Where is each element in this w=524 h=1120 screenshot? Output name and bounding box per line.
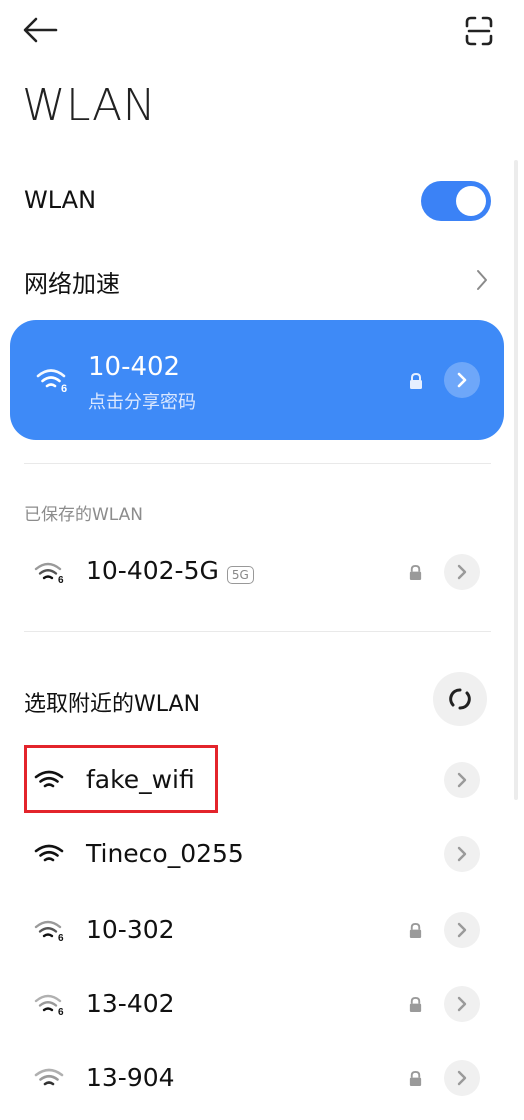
nearby-network-detail-button[interactable] [444,762,480,798]
chevron-right-icon [457,922,467,938]
wlan-toggle-label: WLAN [24,186,97,214]
nearby-wlan-section-label: 选取附近的WLAN [24,692,201,717]
nearby-network-name: Tineco_0255 [86,839,244,868]
lock-icon [409,564,422,580]
divider [24,463,491,464]
nearby-network-item[interactable]: 13-904 [0,1046,510,1110]
nearby-network-name: 13-402 [86,989,175,1018]
wifi-6-icon: 6 [34,920,64,942]
network-acceleration-row[interactable]: 网络加速 [0,250,510,310]
connected-network-detail-button[interactable] [444,362,480,398]
svg-text:6: 6 [61,383,67,394]
arrow-left-icon [23,17,58,43]
highlight-box [24,745,218,813]
band-5g-badge: 5G [226,565,254,584]
scan-button[interactable] [458,12,500,50]
svg-text:6: 6 [58,1007,64,1016]
saved-network-detail-button[interactable] [444,554,480,590]
refresh-icon [449,688,471,710]
nearby-network-detail-button[interactable] [444,986,480,1022]
nearby-network-item[interactable]: Tineco_0255 [0,822,510,886]
wifi-icon [34,844,64,862]
chevron-right-icon [457,772,467,788]
saved-wlan-section-label: 已保存的WLAN [24,505,144,525]
lock-icon [409,922,422,938]
chevron-right-icon [457,1070,467,1086]
connected-network-name: 10-402 [88,352,181,382]
lock-icon [409,1070,422,1086]
chevron-right-icon [457,372,467,388]
nearby-network-item[interactable]: 6 13-402 [0,972,510,1036]
network-acceleration-label: 网络加速 [24,270,120,298]
wifi-icon [34,1068,64,1086]
chevron-right-icon [457,846,467,862]
chevron-right-icon [477,270,487,290]
wifi-6-icon: 6 [34,562,64,584]
wifi-6-icon: 6 [34,994,64,1016]
toggle-knob [456,186,486,216]
saved-network-item[interactable]: 6 10-402-5G 5G [0,540,510,604]
svg-text:6: 6 [58,575,64,584]
chevron-right-icon [457,996,467,1012]
nearby-network-detail-button[interactable] [444,836,480,872]
refresh-button[interactable] [433,672,487,726]
page-title: WLAN [22,80,157,131]
divider [24,631,491,632]
nearby-network-name: 10-302 [86,915,175,944]
nearby-network-detail-button[interactable] [444,1060,480,1096]
share-password-hint: 点击分享密码 [88,392,196,413]
nearby-network-name: 13-904 [86,1063,175,1092]
lock-icon [409,996,422,1012]
nearby-network-detail-button[interactable] [444,912,480,948]
scrollbar[interactable] [514,160,518,800]
svg-text:6: 6 [58,933,64,942]
wifi-6-icon: 6 [36,369,67,394]
saved-network-label: 10-402-5G 5G [86,556,254,585]
back-button[interactable] [18,12,62,48]
lock-icon [410,372,422,389]
connected-network-card[interactable]: 6 10-402 点击分享密码 [10,320,504,440]
saved-network-name: 10-402-5G [86,556,219,585]
wlan-toggle[interactable] [421,181,491,221]
chevron-right-icon [457,564,467,580]
scan-frame-icon [465,16,493,46]
nearby-network-item[interactable]: 6 10-302 [0,898,510,962]
